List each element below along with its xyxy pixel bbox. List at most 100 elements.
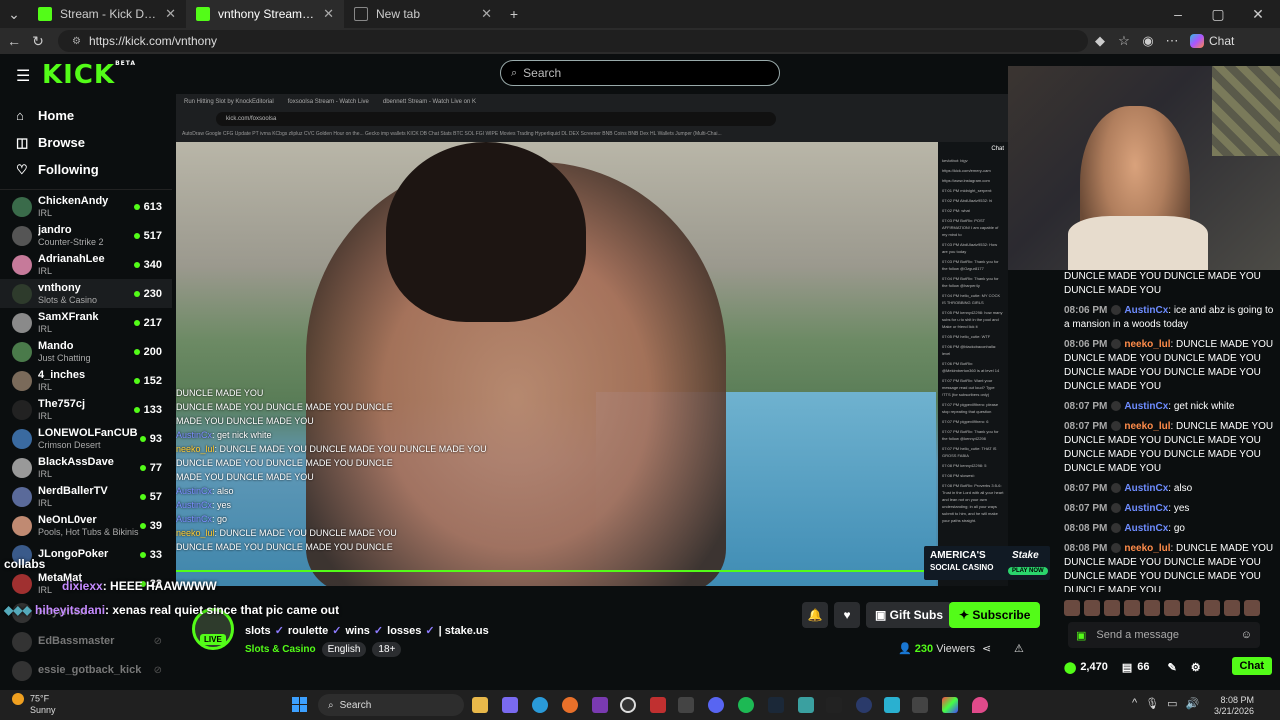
emote-icon[interactable] — [1144, 600, 1160, 616]
message-username[interactable]: AustinCx — [1124, 483, 1168, 494]
chat-mode-icon[interactable]: ✎ — [1168, 661, 1177, 674]
emoji-picker-icon[interactable]: ☺ — [1241, 629, 1252, 641]
obs-icon[interactable] — [620, 697, 636, 713]
notification-bell-icon[interactable]: 🔔 — [802, 602, 828, 628]
message-username[interactable]: neeko_lul — [1124, 421, 1170, 432]
hamburger-menu-icon[interactable]: ☰ — [16, 66, 30, 86]
tab-list-chevron-icon[interactable]: ⌄ — [0, 6, 28, 23]
kick-logo[interactable]: KICKBETA — [42, 60, 136, 90]
emote-icon[interactable] — [1224, 600, 1240, 616]
app-multi-icon[interactable] — [942, 697, 958, 713]
taskbar-clock[interactable]: 8:08 PM 3/21/2026 — [1214, 695, 1254, 717]
search-input[interactable]: ⌕ Search — [500, 60, 780, 86]
emote-icon[interactable] — [1164, 600, 1180, 616]
emote-icon[interactable] — [1244, 600, 1260, 616]
gift-subs-button[interactable]: ▣ Gift Subs — [866, 602, 953, 628]
sidebar-channel-offline[interactable]: EdBassmaster ⊘ — [0, 627, 172, 656]
browser-tab-vnthony[interactable]: vnthony Stream - Watch Live on K ✕ — [186, 0, 344, 28]
message-username[interactable]: neeko_lul — [1124, 339, 1170, 350]
sidebar-channel[interactable]: The757cj IRL 133 — [0, 395, 172, 424]
spotify-icon[interactable] — [738, 697, 754, 713]
chat-settings-icon[interactable]: ⚙ — [1191, 661, 1201, 674]
copilot-app-icon[interactable] — [502, 697, 518, 713]
sidebar-channel[interactable]: SamXFrank IRL 217 — [0, 308, 172, 337]
url-field[interactable]: ⚙ https://kick.com/vnthony — [58, 30, 1088, 52]
tray-chevron-icon[interactable]: ^ — [1132, 697, 1137, 710]
emote-icon[interactable] — [1184, 600, 1200, 616]
tab-close-icon[interactable]: ✕ — [165, 6, 176, 22]
steam-icon[interactable] — [768, 697, 784, 713]
category-link[interactable]: Slots & Casino — [245, 644, 316, 655]
network-icon[interactable]: ▭ — [1167, 697, 1177, 710]
subscribe-button[interactable]: ✦ Subscribe — [949, 602, 1041, 628]
app-dark-icon[interactable] — [826, 697, 842, 713]
points-icon[interactable]: ⬤ — [1064, 661, 1076, 674]
tab-close-icon[interactable]: ✕ — [323, 6, 334, 22]
volume-icon[interactable]: 🔊 — [1186, 697, 1200, 710]
emote-icon[interactable] — [1084, 600, 1100, 616]
site-info-icon[interactable]: ⚙ — [72, 36, 81, 47]
copilot-chat-button[interactable]: Chat — [1190, 34, 1234, 48]
sidebar-nav-browse[interactable]: ◫ Browse — [0, 129, 172, 156]
send-chat-button[interactable]: Chat — [1231, 657, 1272, 675]
share-icon[interactable]: ⋖ — [982, 642, 991, 655]
emote-icon[interactable] — [1064, 600, 1080, 616]
music-icon[interactable] — [678, 697, 694, 713]
sidebar-channel[interactable]: NerdBallerTV IRL 57 — [0, 482, 172, 511]
more-menu-icon[interactable]: ⋯ — [1160, 33, 1184, 49]
file-explorer-icon[interactable] — [472, 697, 488, 713]
minimize-icon[interactable]: – — [1166, 6, 1190, 22]
sidebar-channel[interactable]: NeOnL0ver Pools, Hot Tubs & Bikinis 39 — [0, 511, 172, 540]
taskbar-search[interactable]: ⌕ Search — [318, 694, 464, 716]
emote-icon[interactable] — [1124, 600, 1140, 616]
browser-tab-new[interactable]: New tab ✕ — [344, 0, 502, 28]
message-username[interactable]: AustinCx — [1124, 523, 1168, 534]
app-circle-icon[interactable] — [856, 697, 872, 713]
back-arrow-icon[interactable]: ← — [2, 33, 26, 49]
gift-icon[interactable]: ▣ — [1076, 629, 1086, 642]
windows-start-icon[interactable] — [292, 697, 308, 713]
profile-avatar-icon[interactable]: ◉ — [1136, 33, 1160, 49]
maximize-icon[interactable]: ▢ — [1206, 6, 1230, 23]
browser-tab-dashboard[interactable]: Stream - Kick Dashboard ✕ — [28, 0, 186, 28]
emote-icon[interactable] — [1104, 600, 1120, 616]
sidebar-channel[interactable]: Mando Just Chatting 200 — [0, 337, 172, 366]
language-tag[interactable]: English — [321, 642, 367, 657]
weather-widget[interactable]: 75°F Sunny — [12, 693, 56, 716]
send-message-input[interactable]: ▣ Send a message ☺ — [1068, 622, 1260, 648]
close-window-icon[interactable]: ✕ — [1246, 6, 1270, 23]
sidebar-channel[interactable]: LONEWOLFanCUB Crimson Desert 93 — [0, 424, 172, 453]
app-red-icon[interactable] — [650, 697, 666, 713]
app-teal-icon[interactable] — [798, 697, 814, 713]
sidebar-nav-home[interactable]: ⌂ Home — [0, 102, 172, 129]
video-player[interactable]: Run Hitting Slot by KnockEditorial foxso… — [176, 94, 1008, 586]
app-purple-icon[interactable] — [592, 697, 608, 713]
emote-icon[interactable] — [1204, 600, 1220, 616]
sidebar-channel[interactable]: 4_inches IRL 152 — [0, 366, 172, 395]
new-tab-plus-icon[interactable]: + — [502, 6, 526, 22]
favorites-star-icon[interactable]: ☆ — [1112, 33, 1136, 49]
microphone-icon[interactable]: 🎙 — [1145, 697, 1159, 710]
store-icon[interactable]: ▤ — [1122, 661, 1132, 674]
sidebar-channel[interactable]: ChickenAndy IRL 613 — [0, 192, 172, 221]
stake-ad-banner[interactable]: AMERICA'S SOCIAL CASINO Stake PLAY NOW — [924, 546, 1050, 580]
edge-icon[interactable] — [532, 697, 548, 713]
map-pin-icon[interactable] — [972, 697, 988, 713]
sidebar-channel[interactable]: AdrianahLee IRL 340 — [0, 250, 172, 279]
app-blue-icon[interactable] — [884, 697, 900, 713]
sidebar-channel[interactable]: jandro Counter-Strike 2 517 — [0, 221, 172, 250]
message-username[interactable]: AustinCx — [1124, 305, 1168, 316]
message-username[interactable]: AustinCx — [1124, 503, 1168, 514]
extension-icon[interactable]: ◆ — [1088, 33, 1112, 49]
report-warning-icon[interactable]: ⚠ — [1014, 642, 1024, 655]
reload-icon[interactable]: ↻ — [26, 33, 50, 50]
message-username[interactable]: AustinCx — [1124, 401, 1168, 412]
message-username[interactable]: neeko_lul — [1124, 543, 1170, 554]
firefox-icon[interactable] — [562, 697, 578, 713]
discord-icon[interactable] — [708, 697, 724, 713]
sidebar-channel[interactable]: BlackAssDave IRL 77 — [0, 453, 172, 482]
rating-tag[interactable]: 18+ — [372, 642, 402, 657]
tab-close-icon[interactable]: ✕ — [481, 6, 492, 22]
sidebar-channel[interactable]: vnthony Slots & Casino 230 — [0, 279, 172, 308]
sidebar-channel-offline[interactable]: essie_gotback_kick ⊘ — [0, 656, 172, 685]
